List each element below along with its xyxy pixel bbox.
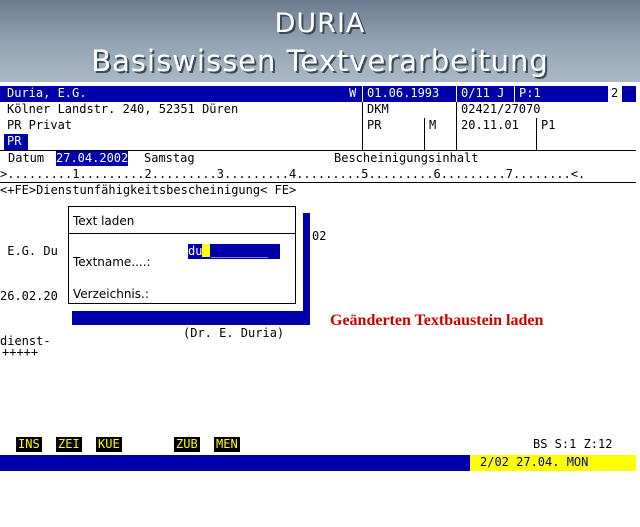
fkey-zei[interactable]: ZEI [56, 437, 82, 452]
pr-tag[interactable]: PR [4, 134, 28, 150]
patient-p-code: P:1 [519, 86, 541, 100]
patient-sex: W [349, 86, 357, 100]
datum-value[interactable]: 27.04.2002 [56, 151, 129, 166]
divider [536, 118, 537, 134]
fkey-kue[interactable]: KUE [96, 437, 122, 452]
patient-visit-date: 20.11.01 [461, 118, 519, 132]
patient-row-4: PR [0, 134, 636, 151]
title-banner: DURIA Basiswissen Textverarbeitung [0, 0, 640, 82]
divider [424, 118, 425, 134]
divider [456, 134, 457, 150]
doc-line-2-end: 02 [312, 229, 327, 243]
divider [536, 134, 537, 150]
patient-address: Kölner Landstr. 240, 52351 Düren [7, 102, 239, 116]
divider [362, 102, 363, 118]
datum-row: Datum 27.04.2002 Samstag Bescheinigungsi… [0, 151, 636, 167]
datum-label: Datum [8, 151, 45, 165]
patient-header: Duria, E.G. W 01.06.1993 0/11 J P:1 2 Kö… [0, 86, 636, 151]
patient-status-short: PR [367, 118, 382, 132]
divider [362, 134, 363, 150]
patient-flag-m: M [429, 118, 437, 132]
patient-code: 0/11 J [461, 86, 505, 100]
patient-insurance: DKM [367, 102, 389, 116]
patient-birthdate: 01.06.1993 [367, 86, 440, 100]
patient-row-2: Kölner Landstr. 240, 52351 Düren DKM 024… [0, 102, 636, 119]
plus-line: +++++ [2, 345, 39, 359]
banner-title: DURIA [274, 8, 366, 39]
patient-badge: 2 [608, 86, 622, 102]
divider [456, 118, 457, 134]
divider [456, 102, 457, 118]
annotation-caption: Geänderten Textbaustein laden [330, 312, 544, 329]
signature: (Dr. E. Duria) [183, 326, 285, 340]
hint-text: Freitext oder Anfangsbuchstaben Vorauswa… [16, 470, 422, 484]
patient-row-3: PR Privat PR M 20.11.01 P1 [0, 118, 636, 135]
divider [362, 118, 363, 134]
patient-name[interactable]: Duria, E.G. [4, 86, 86, 102]
divider [362, 86, 363, 102]
doc-line-2: 26.02.20 [0, 289, 58, 303]
fkey-zub[interactable]: ZUB [174, 437, 200, 452]
banner-subtitle: Basiswissen Textverarbeitung [91, 44, 549, 78]
document-text: E.G. Du 26.02.20 dienst- [0, 214, 58, 364]
date-status: 2/02 27.04. MON [470, 455, 636, 471]
doc-line-1: E.G. Du [0, 244, 58, 258]
textname-value: du [188, 244, 203, 258]
divider [514, 86, 515, 102]
textname-fill: ________ [210, 244, 269, 258]
section-title: Bescheinigungsinhalt [334, 151, 479, 165]
fkey-men[interactable]: MEN [214, 437, 240, 452]
dialog-title: Text laden [73, 214, 135, 228]
divider [424, 134, 425, 150]
patient-status: PR Privat [7, 118, 73, 132]
datum-weekday: Samstag [144, 151, 195, 165]
textname-label: Textname....: [73, 255, 151, 269]
patient-phone: 02421/27070 [461, 102, 541, 116]
divider [456, 86, 457, 102]
document-heading: <+FE>Dienstunfähigkeitsbescheinigung< FE… [0, 183, 297, 197]
load-text-dialog: Text laden Textname....: Verzeichnis.: d… [64, 198, 302, 310]
cursor-position: BS S:1 Z:12 [533, 437, 613, 451]
folder-label: Verzeichnis.: [73, 287, 149, 301]
dialog-divider [69, 233, 295, 234]
patient-p1: P1 [541, 118, 556, 132]
fkey-ins[interactable]: INS [16, 437, 42, 452]
textname-input[interactable]: du ________ [188, 244, 280, 259]
patient-row-1: Duria, E.G. W 01.06.1993 0/11 J P:1 2 [0, 86, 636, 102]
text-ruler: >.........1.........2.........3.........… [0, 167, 636, 183]
